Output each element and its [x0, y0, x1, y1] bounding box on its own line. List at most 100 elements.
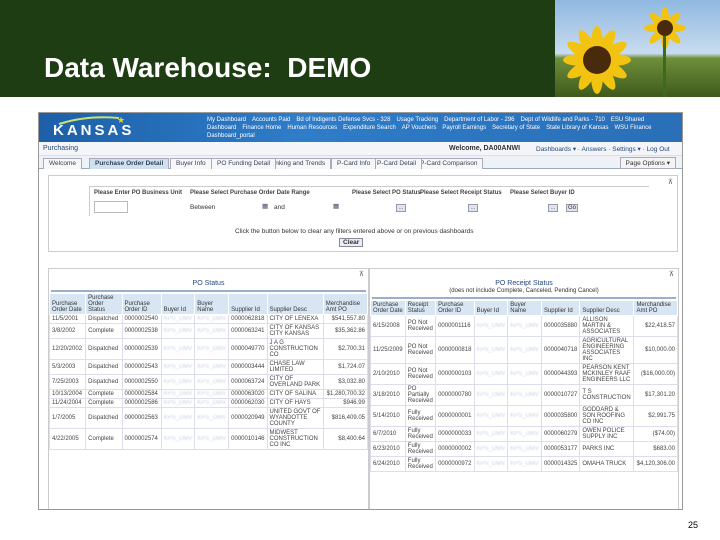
table-cell: KPS_DMV	[194, 407, 230, 429]
table-cell: 2/10/2010	[370, 363, 406, 385]
table-cell: KPS_DMV	[194, 323, 230, 339]
dashboard-link[interactable]: Bd of Indigents Defense Svcs - 328	[296, 117, 390, 123]
table-cell: CITY OF HAYS	[266, 398, 324, 408]
table-cell: T S CONSTRUCTION	[579, 384, 635, 406]
table-cell: KPS_DMV	[507, 336, 542, 364]
dashboard-link[interactable]: Finance Home	[242, 125, 281, 131]
table-cell: 0000000972	[435, 456, 475, 472]
tab-welcome[interactable]: Welcome	[43, 158, 82, 169]
table-cell: $3,032.80	[322, 374, 368, 390]
column-header[interactable]: Purchase Order ID	[435, 300, 475, 316]
table-cell: UNITED GOVT OF WYANDOTTE COUNTY	[266, 407, 324, 429]
page-options-button[interactable]: Page Options ▾	[619, 157, 676, 169]
column-header[interactable]: Buyer Id	[160, 293, 196, 315]
table-cell: 0000000002	[435, 441, 475, 457]
table-cell: PO Not Received	[404, 363, 437, 385]
table-cell: Dispatched	[85, 338, 123, 360]
buyer-id-picker[interactable]: ...	[548, 204, 558, 212]
tab-buyer-info[interactable]: Buyer Info	[170, 158, 212, 169]
global-nav[interactable]: Dashboards ▾ · Answers · Settings ▾ · Lo…	[536, 145, 670, 153]
dashboard-link[interactable]: My Dashboard	[207, 117, 246, 123]
table-cell: 0000000001	[435, 405, 475, 427]
dashboard-link[interactable]: Usage Tracking	[396, 117, 438, 123]
table-cell: KPS_DMV	[194, 374, 230, 390]
table-cell: ALLISON MARTIN & ASSOCIATES	[579, 315, 635, 337]
collapse-icon[interactable]: ⊼	[669, 270, 674, 278]
dashboard-link[interactable]: Accounts Paid	[252, 117, 290, 123]
table-cell: KPS_DMV	[194, 398, 230, 408]
dashboard-link[interactable]: Expenditure Search	[343, 125, 396, 131]
go-button[interactable]: Go	[566, 204, 578, 212]
table-cell: 3/8/2002	[49, 323, 87, 339]
po-receipt-title: PO Receipt Status	[495, 280, 553, 287]
calendar-icon[interactable]: ▦	[262, 202, 268, 210]
table-cell: KPS_DMV	[473, 363, 509, 385]
tab-purchase-order-detail[interactable]: Purchase Order Detail	[89, 158, 170, 169]
table-cell: 0000044393	[540, 363, 581, 385]
dashboard-link[interactable]: Dept of Wildlife and Parks - 710	[521, 117, 605, 123]
column-header[interactable]: Purchase Order Date	[49, 293, 87, 315]
dashboard-link[interactable]: State Library of Kansas	[546, 125, 608, 131]
column-header[interactable]: Buyer Name	[194, 293, 230, 315]
table-cell: 0000035880	[540, 315, 581, 337]
table-cell: 0000002543	[121, 359, 162, 375]
table-cell: 0000002538	[121, 323, 162, 339]
table-cell: 7/25/2003	[49, 374, 87, 390]
clear-button[interactable]: Clear	[339, 238, 364, 247]
business-unit-input[interactable]	[94, 201, 128, 213]
table-cell: 3/18/2010	[370, 384, 406, 406]
table-cell: 0000002563	[121, 407, 162, 429]
table-cell: KPS_DMV	[473, 441, 509, 457]
table-cell: 0000040718	[540, 336, 581, 364]
column-header[interactable]: Purchase Order Status	[85, 293, 123, 315]
column-header[interactable]: Merchandise Amt PO	[633, 300, 678, 316]
po-receipt-table: Purchase Order Date Receipt Status Purchas…	[370, 300, 678, 472]
tab-p-card-info[interactable]: P-Card Info	[331, 158, 377, 169]
column-header[interactable]: Supplier Desc	[266, 293, 324, 315]
tab-p-card-detail[interactable]: P-Card Detail	[371, 158, 423, 169]
column-header[interactable]: Supplier Id	[540, 300, 581, 316]
table-cell: Fully Received	[404, 456, 437, 472]
column-header[interactable]: Merchandise Amt PO	[322, 293, 368, 315]
page-number: 25	[688, 520, 699, 530]
tab-po-funding-detail[interactable]: PO Funding Detail	[211, 158, 277, 169]
po-status-picker[interactable]: ...	[396, 204, 406, 212]
sunflower-photo	[555, 0, 720, 97]
receipt-status-picker[interactable]: ...	[468, 204, 478, 212]
table-cell: OWEN POLICE SUPPLY INC	[579, 426, 635, 442]
dashboard-link[interactable]: Secretary of State	[492, 125, 540, 131]
column-header[interactable]: Receipt Status	[404, 300, 437, 316]
tab-p-card-comparison[interactable]: P-Card Comparison	[414, 158, 484, 169]
table-cell: 0000053177	[540, 441, 581, 457]
table-cell: CITY OF OVERLAND PARK	[266, 374, 324, 390]
column-header[interactable]: Purchase Order ID	[121, 293, 162, 315]
collapse-icon[interactable]: ⊼	[359, 270, 364, 278]
table-cell: KPS_DMV	[160, 407, 196, 429]
table-cell: $1,724.07	[322, 359, 368, 375]
column-header[interactable]: Supplier Id	[228, 293, 268, 315]
table-row: 12/20/2002 Dispatched 0000002539 KPS_DMV KPS…	[49, 338, 368, 360]
table-cell: 0000062818	[228, 314, 268, 324]
table-cell: 0000002550	[121, 374, 162, 390]
table-cell: KPS_DMV	[507, 405, 542, 427]
collapse-icon[interactable]: ⊼	[668, 178, 673, 186]
table-cell: 6/23/2010	[370, 441, 406, 457]
dashboard-link[interactable]: Payroll Earnings	[442, 125, 486, 131]
table-row: 11/5/2001 Dispatched 0000002540 KPS_DMV KPS_…	[49, 314, 368, 324]
column-header[interactable]: Supplier Desc	[579, 300, 635, 316]
dashboard-link[interactable]: Department of Labor - 296	[444, 117, 514, 123]
dashboard-link[interactable]: Human Resources	[287, 125, 337, 131]
calendar-icon[interactable]: ▦	[333, 202, 339, 210]
po-status-title: PO Status	[192, 280, 225, 287]
table-cell: $17,301.20	[633, 384, 678, 406]
po-status-table: Purchase Order Date Purchase Order Status…	[49, 293, 368, 450]
table-cell: 0000003444	[228, 359, 268, 375]
column-header[interactable]: Purchase Order Date	[370, 300, 406, 316]
table-cell: KPS_DMV	[473, 384, 509, 406]
table-cell: KPS_DMV	[160, 323, 196, 339]
column-header[interactable]: Buyer Id	[473, 300, 509, 316]
column-header[interactable]: Buyer Name	[507, 300, 542, 316]
table-cell: $683.00	[633, 441, 678, 457]
between-label: Between	[190, 204, 216, 211]
dashboard-link[interactable]: AP Vouchers	[402, 125, 437, 131]
